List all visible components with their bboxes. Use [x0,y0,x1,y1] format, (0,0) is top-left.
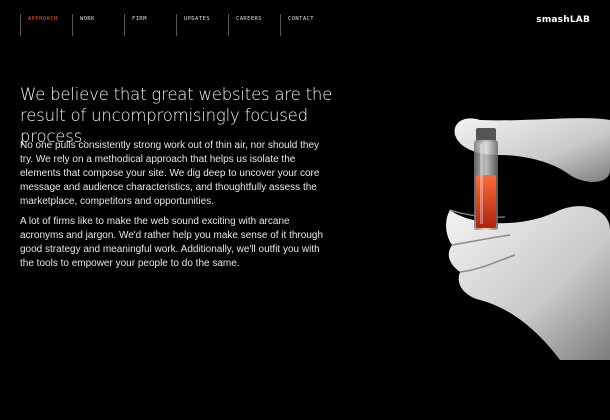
gloved-hand-vial-image [446,118,610,360]
nav-item-firm[interactable]: FIRM [124,14,176,36]
body-paragraph: A lot of firms like to make the web soun… [20,216,324,269]
nav-item-updates[interactable]: UPDATES [176,14,228,36]
nav-item-approach[interactable]: APPROACH [20,14,72,36]
nav-item-work[interactable]: WORK [72,14,124,36]
nav-item-careers[interactable]: CAREERS [228,14,280,36]
brand-logo[interactable]: smashLAB [536,15,590,25]
nav-item-contact[interactable]: CONTACT [280,14,332,36]
page-headline: We believe that great websites are the r… [20,85,333,146]
intro-paragraph: No one pulls consistently strong work ou… [20,140,320,207]
main-nav: APPROACH WORK FIRM UPDATES CAREERS CONTA… [20,14,332,36]
